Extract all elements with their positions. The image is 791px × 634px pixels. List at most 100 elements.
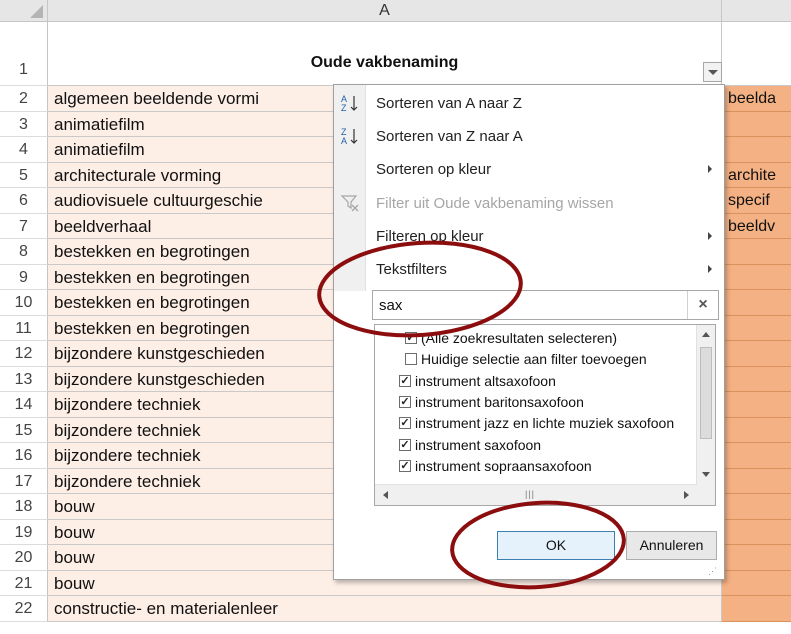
row-header[interactable]: 4 [0,137,48,163]
filter-list-item-label: instrument altsaxofoon [415,372,556,389]
filter-search-box: × [372,290,719,320]
row-header[interactable]: 2 [0,86,48,112]
select-all-corner[interactable] [0,0,48,22]
row-header[interactable]: 5 [0,163,48,188]
submenu-arrow-icon [708,165,712,173]
cell-b[interactable] [722,341,791,367]
menu-item-sort-by-color[interactable]: Sorteren op kleur [334,153,724,186]
ok-button[interactable]: OK [497,531,615,560]
checkbox-unchecked-icon[interactable] [405,353,417,366]
filter-list-item-label: instrument baritonsaxofoon [415,393,584,410]
filter-list-item[interactable]: Huidige selectie aan filter toevoegen [375,349,697,370]
cell-b[interactable] [722,520,791,545]
column-header-a[interactable]: A [48,0,722,22]
cell-b[interactable]: archite [722,163,791,188]
filter-list-item-label: Huidige selectie aan filter toevoegen [421,351,647,368]
scroll-grip-icon: ||| [525,489,536,499]
menu-item-clear-filter[interactable]: Filter uit Oude vakbenaming wissen [334,187,724,220]
row-header[interactable]: 12 [0,341,48,367]
row-header[interactable]: 3 [0,112,48,137]
row-header[interactable]: 7 [0,214,48,239]
scroll-left-icon[interactable] [383,491,388,499]
row-header[interactable]: 11 [0,316,48,341]
column-header-b[interactable] [722,0,791,22]
row-header[interactable]: 21 [0,571,48,596]
row-header[interactable]: 10 [0,290,48,316]
cell-b[interactable] [722,239,791,265]
filter-list-item[interactable]: ✓ instrument sopraansaxofoon [375,456,697,477]
menu-item-sort-az[interactable]: A Z Sorteren van A naar Z [334,87,724,120]
filter-dropdown-button[interactable] [703,62,722,82]
cell-b[interactable] [722,571,791,596]
cell-b[interactable] [722,137,791,163]
row-header[interactable]: 20 [0,545,48,571]
checkbox-checked-icon[interactable]: ✓ [399,438,411,451]
svg-text:Z: Z [341,103,347,113]
vertical-scrollbar[interactable] [696,325,715,485]
scroll-thumb[interactable] [700,347,712,439]
menu-item-label: Tekstfilters [376,261,447,278]
menu-item-label: Sorteren van Z naar A [376,128,523,145]
row-header[interactable]: 22 [0,596,48,622]
cell-b[interactable] [722,392,791,418]
cell-b[interactable] [722,265,791,290]
scroll-down-icon[interactable] [702,472,710,477]
menu-item-label: Sorteren van A naar Z [376,95,522,112]
cell-b[interactable] [722,367,791,392]
menu-item-text-filters[interactable]: Tekstfilters [334,253,724,286]
filter-list-item[interactable]: ✓ instrument saxofoon [375,435,697,456]
cell-b[interactable] [722,469,791,494]
filter-list-item[interactable]: ✓ instrument altsaxofoon [375,371,697,392]
row-header[interactable]: 15 [0,418,48,443]
menu-item-sort-za[interactable]: Z A Sorteren van Z naar A [334,120,724,153]
cell-b[interactable] [722,316,791,341]
cell-b[interactable] [722,596,791,622]
filter-list-item-label: instrument sopraansaxofoon [415,457,592,474]
cell-b[interactable] [722,545,791,571]
row-header[interactable]: 16 [0,443,48,469]
cancel-button[interactable]: Annuleren [626,531,717,560]
checkbox-checked-icon[interactable]: ✓ [399,395,411,408]
row-header[interactable]: 13 [0,367,48,392]
resize-grip-icon[interactable]: ⋰ [708,566,717,577]
row-header[interactable]: 9 [0,265,48,290]
row-header[interactable]: 6 [0,188,48,214]
chevron-down-icon [708,70,718,75]
cell-a[interactable]: constructie- en materialenleer [48,596,722,622]
row-header[interactable]: 17 [0,469,48,494]
svg-text:A: A [341,136,347,146]
scroll-up-icon[interactable] [702,332,710,337]
row-header[interactable]: 19 [0,520,48,545]
row-header[interactable]: 8 [0,239,48,265]
menu-item-label: Filteren op kleur [376,228,484,245]
row-header[interactable]: 1 [0,22,48,86]
column-title-cell[interactable]: Oude vakbenaming [48,22,722,86]
filter-list-item[interactable]: ✓ instrument jazz en lichte muziek saxofo… [375,413,697,434]
checkbox-checked-icon[interactable]: ✓ [405,332,417,344]
cell-b[interactable]: specif [722,188,791,214]
scroll-right-icon[interactable] [684,491,689,499]
cell-b[interactable] [722,290,791,316]
checkbox-checked-icon[interactable]: ✓ [399,374,411,387]
menu-item-filter-by-color[interactable]: Filteren op kleur [334,220,724,253]
cell-b[interactable] [722,418,791,443]
menu-item-label: Filter uit Oude vakbenaming wissen [376,195,614,212]
row-header[interactable]: 18 [0,494,48,520]
cell-b1[interactable] [722,22,791,86]
menu-item-label: Sorteren op kleur [376,161,492,178]
clear-filter-icon [340,195,359,212]
row-header[interactable]: 14 [0,392,48,418]
cell-b[interactable] [722,494,791,520]
cell-b[interactable] [722,443,791,469]
clear-search-icon[interactable]: × [687,291,718,319]
checkbox-checked-icon[interactable]: ✓ [399,417,411,430]
cell-b[interactable]: beelda [722,86,791,112]
cell-b[interactable] [722,112,791,137]
cell-b[interactable]: beeldv [722,214,791,239]
sort-za-icon: Z A [341,127,358,146]
checkbox-checked-icon[interactable]: ✓ [399,459,411,472]
horizontal-scrollbar[interactable]: ||| [375,484,697,505]
search-input[interactable] [373,291,700,319]
filter-list-item[interactable]: ✓ instrument baritonsaxofoon [375,392,697,413]
filter-list-item[interactable]: ✓ (Alle zoekresultaten selecteren) [375,328,697,349]
